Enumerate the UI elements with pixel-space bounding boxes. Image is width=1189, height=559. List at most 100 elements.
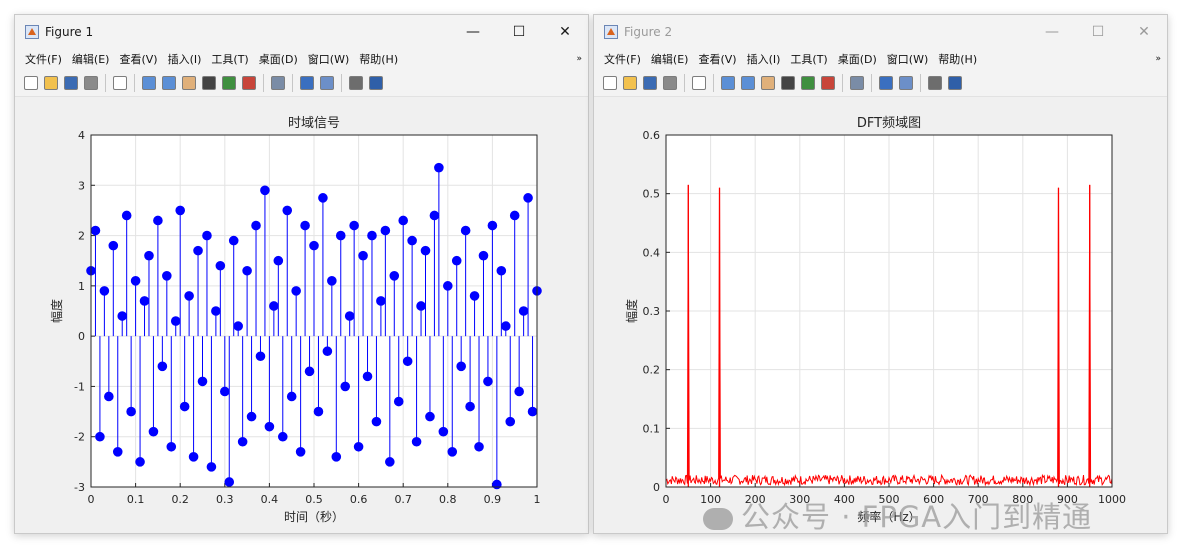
hide-tools-icon[interactable]	[928, 76, 942, 90]
data-cursor-icon[interactable]	[222, 76, 236, 90]
dock-icon[interactable]	[369, 76, 383, 90]
y-tick-label: 0.4	[643, 246, 661, 259]
y-tick-label: -1	[74, 380, 85, 393]
link-icon[interactable]	[850, 76, 864, 90]
minimize-button[interactable]: —	[450, 24, 496, 40]
save-icon[interactable]	[64, 76, 78, 90]
close-button[interactable]: ✕	[542, 24, 588, 40]
data-point	[291, 286, 301, 296]
data-point	[443, 281, 453, 291]
data-point	[402, 356, 413, 367]
pointer-icon[interactable]	[692, 76, 706, 90]
menu-help[interactable]: 帮助(H)	[938, 51, 977, 67]
menu-file[interactable]: 文件(F)	[25, 51, 62, 67]
time-domain-chart: 0 0.1 0.2 0.3 0.4 0.5 0.6 0.7 0.8 0.9 1 -3 -2 -1 0 1 2 3 4…	[49, 116, 542, 524]
data-point	[429, 210, 440, 221]
pan-icon[interactable]	[182, 76, 196, 90]
x-tick-label: 0.2	[171, 493, 189, 506]
menu-edit[interactable]: 编辑(E)	[72, 51, 110, 67]
menu-tools[interactable]: 工具(T)	[790, 51, 827, 67]
data-point	[393, 396, 404, 407]
data-point	[353, 441, 364, 452]
colorbar-icon[interactable]	[879, 76, 893, 90]
menu-desktop[interactable]: 桌面(D)	[259, 51, 298, 67]
data-point	[166, 441, 177, 452]
data-point	[273, 255, 284, 266]
open-icon[interactable]	[623, 76, 637, 90]
legend-icon[interactable]	[899, 76, 913, 90]
menu-window[interactable]: 窗口(W)	[308, 51, 349, 67]
zoom-out-icon[interactable]	[162, 76, 176, 90]
x-tick-label: 0.1	[127, 493, 145, 506]
save-icon[interactable]	[643, 76, 657, 90]
data-point	[193, 245, 203, 256]
data-point	[509, 210, 520, 221]
minimize-button[interactable]: —	[1029, 24, 1075, 40]
brush-icon[interactable]	[242, 76, 256, 90]
data-point	[451, 255, 462, 266]
maximize-button[interactable]: ☐	[496, 24, 542, 40]
rotate-icon[interactable]	[202, 76, 216, 90]
data-point	[95, 431, 105, 442]
data-point	[358, 250, 368, 261]
x-tick-label: 0.9	[484, 493, 502, 506]
menu-overflow-icon[interactable]: »	[1155, 54, 1161, 64]
menu-insert[interactable]: 插入(I)	[747, 51, 781, 67]
zoom-in-icon[interactable]	[142, 76, 156, 90]
close-button[interactable]: ✕	[1121, 24, 1167, 40]
data-point	[202, 230, 212, 241]
data-point	[380, 225, 391, 236]
print-icon[interactable]	[84, 76, 98, 90]
hide-tools-icon[interactable]	[349, 76, 363, 90]
menu-help[interactable]: 帮助(H)	[359, 51, 398, 67]
open-icon[interactable]	[44, 76, 58, 90]
toolbar-separator	[263, 74, 264, 92]
data-point	[376, 296, 386, 306]
maximize-button[interactable]: ☐	[1075, 24, 1121, 40]
watermark-text: 公众号 · FPGA入门到精通	[741, 500, 1093, 534]
data-point	[527, 406, 538, 417]
menu-view[interactable]: 查看(V)	[698, 51, 736, 67]
data-point	[340, 381, 351, 392]
x-tick-label: 0.4	[261, 493, 279, 506]
figure-1-titlebar[interactable]: Figure 1 — ☐ ✕	[15, 15, 588, 48]
y-tick-label: 1	[78, 280, 85, 293]
rotate-icon[interactable]	[781, 76, 795, 90]
new-figure-icon[interactable]	[24, 76, 38, 90]
figure-2-titlebar[interactable]: Figure 2 — ☐ ✕	[594, 15, 1167, 48]
data-point	[264, 421, 275, 432]
menu-tools[interactable]: 工具(T)	[211, 51, 248, 67]
pan-icon[interactable]	[761, 76, 775, 90]
link-icon[interactable]	[271, 76, 285, 90]
legend-icon[interactable]	[320, 76, 334, 90]
data-point	[474, 441, 484, 452]
brush-icon[interactable]	[821, 76, 835, 90]
data-point	[514, 386, 524, 397]
data-point	[500, 321, 511, 331]
zoom-in-icon[interactable]	[721, 76, 735, 90]
new-figure-icon[interactable]	[603, 76, 617, 90]
print-icon[interactable]	[663, 76, 677, 90]
zoom-out-icon[interactable]	[741, 76, 755, 90]
colorbar-icon[interactable]	[300, 76, 314, 90]
menu-desktop[interactable]: 桌面(D)	[838, 51, 877, 67]
menu-overflow-icon[interactable]: »	[576, 54, 582, 64]
data-point	[331, 452, 342, 462]
data-point	[175, 205, 185, 216]
data-point	[469, 291, 480, 301]
menu-view[interactable]: 查看(V)	[119, 51, 157, 67]
data-point	[425, 411, 435, 422]
pointer-icon[interactable]	[113, 76, 127, 90]
menu-window[interactable]: 窗口(W)	[887, 51, 928, 67]
menu-edit[interactable]: 编辑(E)	[651, 51, 689, 67]
data-cursor-icon[interactable]	[801, 76, 815, 90]
data-point	[117, 311, 128, 321]
dock-icon[interactable]	[948, 76, 962, 90]
menu-insert[interactable]: 插入(I)	[168, 51, 202, 67]
x-tick-label: 1	[534, 493, 541, 506]
menu-file[interactable]: 文件(F)	[604, 51, 641, 67]
data-point	[518, 306, 529, 316]
wechat-icon	[703, 508, 733, 530]
y-tick-label: 3	[78, 179, 85, 192]
data-point	[206, 462, 217, 472]
